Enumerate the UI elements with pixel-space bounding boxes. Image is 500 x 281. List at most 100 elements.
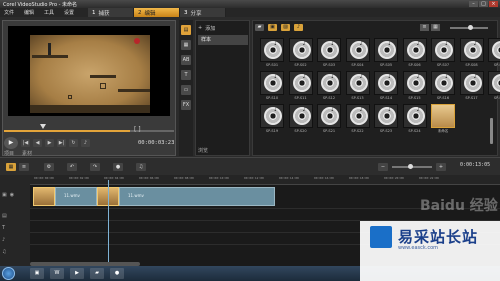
- thumb-size-knob[interactable]: [468, 25, 473, 30]
- step-edit[interactable]: 2 编辑: [134, 8, 180, 17]
- library-thumb-audio[interactable]: ♪: [317, 104, 341, 128]
- library-toolbar: ▰ ▣ ▨ ♪: [255, 24, 303, 31]
- library-thumb-audio[interactable]: ♪: [317, 71, 341, 95]
- library-thumb-audio[interactable]: ♪: [288, 71, 313, 95]
- taskbar-word-icon[interactable]: W: [50, 268, 64, 279]
- library-thumb-audio[interactable]: ♪: [459, 71, 484, 95]
- library-view-options: ≡ ▦: [420, 24, 440, 31]
- repeat-icon[interactable]: ↻: [69, 139, 78, 147]
- home-button[interactable]: |◀: [21, 139, 30, 147]
- voice-track-header[interactable]: ♪: [2, 235, 28, 244]
- library-thumb-audio[interactable]: ♪: [431, 38, 455, 62]
- library-thumb-audio[interactable]: ♪: [402, 38, 427, 62]
- library-thumb-audio[interactable]: ♪: [260, 71, 284, 95]
- timeline-ruler[interactable]: 00:00:00:00 00:00:02:00 00:00:04:00 00:00:0…: [30, 175, 500, 185]
- transition-icon[interactable]: AB: [181, 55, 191, 65]
- video-clip[interactable]: 11.wmv: [55, 187, 97, 206]
- record-icon[interactable]: ●: [113, 163, 123, 171]
- end-button[interactable]: ▶|: [57, 139, 66, 147]
- show-audio-icon[interactable]: ♪: [294, 24, 303, 31]
- library-thumb-audio[interactable]: ♪: [317, 38, 341, 62]
- library-thumb-audio[interactable]: ♪: [260, 104, 284, 128]
- library-thumb-audio[interactable]: ♪: [402, 104, 427, 128]
- show-photo-icon[interactable]: ▨: [281, 24, 290, 31]
- close-button[interactable]: ×: [489, 1, 498, 7]
- library-thumb-audio[interactable]: ♪: [374, 104, 398, 128]
- graphic-icon[interactable]: ▭: [181, 85, 191, 95]
- project-mode[interactable]: 项目: [4, 150, 14, 157]
- scene-box: [100, 83, 106, 89]
- library-thumb-audio[interactable]: ♪: [345, 71, 370, 95]
- step-share[interactable]: 3 分享: [180, 8, 226, 17]
- show-video-icon[interactable]: ▣: [268, 24, 277, 31]
- site-watermark-text: 易采站长站: [398, 228, 479, 246]
- menu-tools[interactable]: 工具: [44, 9, 54, 16]
- play-button[interactable]: ▶: [4, 137, 18, 149]
- video-track-header[interactable]: ▣ ◉: [2, 190, 28, 199]
- folder-item-sample[interactable]: 样本: [198, 35, 248, 45]
- scrub-bar-played[interactable]: [4, 130, 130, 132]
- timeline-zoom-knob[interactable]: [408, 164, 413, 169]
- library-thumb-audio[interactable]: ♪: [288, 104, 313, 128]
- timeline-playhead[interactable]: [108, 180, 109, 266]
- library-thumb-audio[interactable]: ♪: [402, 71, 427, 95]
- list-view-icon[interactable]: ≡: [420, 24, 429, 31]
- library-thumb-image[interactable]: [431, 104, 455, 128]
- scene-platform: [32, 55, 68, 58]
- music-track-header[interactable]: ♫: [2, 247, 28, 256]
- zoom-in-icon[interactable]: +: [436, 163, 446, 171]
- prev-frame-button[interactable]: ◀: [33, 139, 42, 147]
- step-capture[interactable]: 1 捕获: [88, 8, 134, 17]
- music-note-icon: ♪: [416, 40, 421, 47]
- image-clip[interactable]: [33, 187, 55, 206]
- fx-icon[interactable]: FX: [181, 100, 191, 110]
- taskbar-app-icon[interactable]: ●: [110, 268, 124, 279]
- library-thumb-audio[interactable]: ♪: [345, 104, 370, 128]
- library-scrollbar[interactable]: [490, 118, 493, 144]
- undo-icon[interactable]: ↶: [67, 163, 77, 171]
- storyboard-view-icon[interactable]: ▦: [6, 163, 16, 171]
- taskbar-explorer-icon[interactable]: ▣: [30, 268, 44, 279]
- timeline-view-icon[interactable]: ≡: [19, 163, 29, 171]
- trim-brackets[interactable]: [ ]: [134, 126, 141, 133]
- eye-icon[interactable]: ◉: [10, 192, 14, 198]
- library-thumb-audio[interactable]: ♪: [374, 71, 398, 95]
- clip-mode[interactable]: 素材: [22, 150, 32, 157]
- preview-timecode[interactable]: 00:00:03:23: [138, 140, 174, 146]
- taskbar-folder-icon[interactable]: ▰: [90, 268, 104, 279]
- library-thumb-audio[interactable]: ♪: [345, 38, 370, 62]
- library-thumb-audio[interactable]: ♪: [431, 71, 455, 95]
- library-thumb-audio[interactable]: ♪: [374, 38, 398, 62]
- volume-icon[interactable]: ♪: [81, 139, 90, 147]
- mixer-icon[interactable]: ♫: [136, 163, 146, 171]
- menu-settings[interactable]: 设置: [64, 9, 74, 16]
- menu-file[interactable]: 文件: [4, 9, 14, 16]
- thumb-view-icon[interactable]: ▦: [431, 24, 440, 31]
- library-thumb-audio[interactable]: ♪: [459, 38, 484, 62]
- maximize-button[interactable]: □: [479, 1, 488, 7]
- menu-edit[interactable]: 编辑: [24, 9, 34, 16]
- minimize-button[interactable]: –: [469, 1, 478, 7]
- library-thumb-audio[interactable]: ♪: [488, 71, 500, 95]
- title-icon[interactable]: T: [181, 70, 191, 80]
- next-frame-button[interactable]: ▶: [45, 139, 54, 147]
- video-clip[interactable]: 11.wmv: [119, 187, 275, 206]
- music-note-icon: ♪: [416, 73, 421, 80]
- folder-icon[interactable]: ▰: [255, 24, 264, 31]
- redo-icon[interactable]: ↷: [90, 163, 100, 171]
- add-folder-button[interactable]: + 添加: [198, 25, 215, 32]
- taskbar-media-icon[interactable]: ▶: [70, 268, 84, 279]
- instant-project-icon[interactable]: ▦: [181, 40, 191, 50]
- media-icon[interactable]: ▤: [181, 25, 191, 35]
- library-thumb-audio[interactable]: ♪: [488, 38, 500, 62]
- track-manager-icon[interactable]: ⚙: [44, 163, 54, 171]
- title-track-header[interactable]: T: [2, 223, 28, 232]
- start-button[interactable]: [2, 267, 15, 280]
- library-thumb-audio[interactable]: ♪: [260, 38, 284, 62]
- library-thumb-label: 未命名: [437, 129, 449, 133]
- browse-button[interactable]: 浏览: [198, 147, 208, 154]
- audio-disc-icon: [292, 107, 311, 125]
- zoom-out-icon[interactable]: −: [378, 163, 388, 171]
- library-thumb-audio[interactable]: ♪: [288, 38, 313, 62]
- overlay-track-header[interactable]: ▤: [2, 211, 28, 220]
